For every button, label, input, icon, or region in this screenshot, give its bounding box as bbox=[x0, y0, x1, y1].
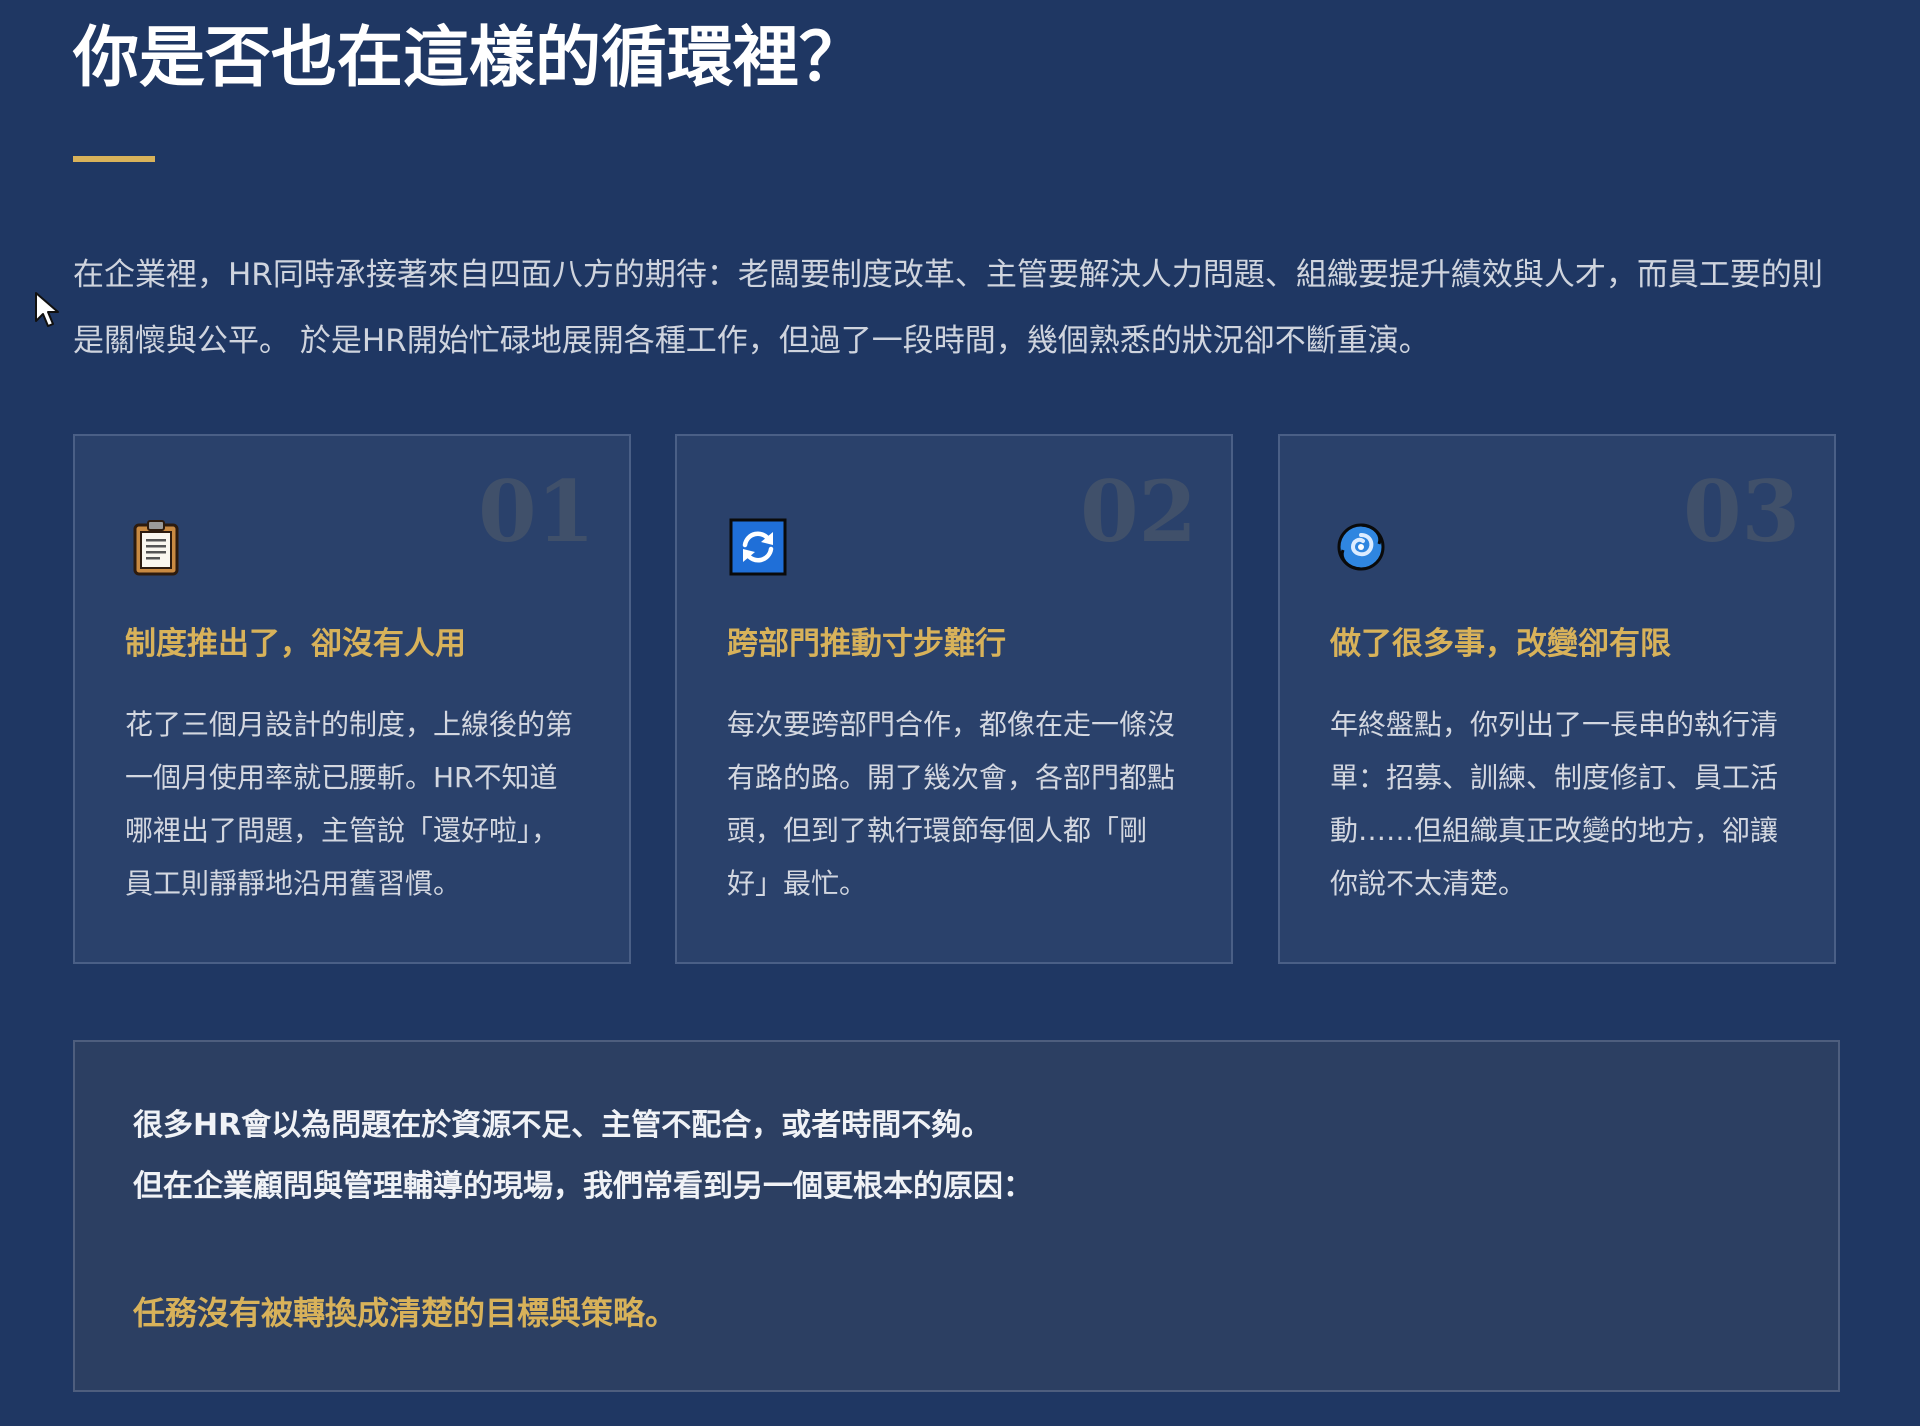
callout-line: 但在企業顧問與管理輔導的現場，我們常看到另一個更根本的原因： bbox=[133, 1169, 1033, 1204]
callout-emphasis: 任務沒有被轉換成清楚的目標與策略。 bbox=[133, 1294, 678, 1332]
card-heading: 跨部門推動寸步難行 bbox=[727, 626, 1006, 662]
card-number: 01 bbox=[478, 462, 595, 561]
card-body: 每次要跨部門合作，都像在走一條沒有路的路。開了幾次會，各部門都點頭，但到了執行環… bbox=[727, 708, 1176, 900]
problem-card-3: 03 做了很多事，改變卻有限 年終盤點，你列出了一長串的執行清單：招募、訓練、制… bbox=[1278, 434, 1836, 964]
refresh-arrows-icon bbox=[729, 518, 787, 576]
intro-paragraph: 在企業裡，HR同時承接著來自四面八方的期待：老闆要制度改革、主管要解決人力問題、… bbox=[73, 257, 1823, 359]
card-body: 年終盤點，你列出了一長串的執行清單：招募、訓練、制度修訂、員工活動……但組織真正… bbox=[1330, 708, 1779, 900]
page-title: 你是否也在這樣的循環裡？ bbox=[73, 18, 865, 96]
card-number: 02 bbox=[1080, 462, 1197, 561]
mouse-pointer-icon bbox=[35, 292, 59, 327]
cyclone-icon bbox=[1337, 523, 1385, 571]
title-underline bbox=[73, 156, 155, 162]
problem-card-2: 02 跨部門推動寸步難行 每次要跨部門合作，都像在走一條沒有路的路。開了幾次會，… bbox=[675, 434, 1233, 964]
root-cause-callout: 很多HR會以為問題在於資源不足、主管不配合，或者時間不夠。 但在企業顧問與管理輔… bbox=[73, 1040, 1840, 1392]
card-body: 花了三個月設計的制度，上線後的第一個月使用率就已腰斬。HR不知道哪裡出了問題，主… bbox=[125, 708, 574, 900]
problem-card-1: 01 制度推出了，卻沒有人用 花了三個月設計的制度，上線後的第一個月使用率就已腰… bbox=[73, 434, 631, 964]
problem-cards: 01 制度推出了，卻沒有人用 花了三個月設計的制度，上線後的第一個月使用率就已腰… bbox=[73, 434, 1840, 966]
card-heading: 制度推出了，卻沒有人用 bbox=[125, 626, 466, 662]
callout-line: 很多HR會以為問題在於資源不足、主管不配合，或者時間不夠。 bbox=[133, 1108, 992, 1143]
card-number: 03 bbox=[1683, 462, 1800, 561]
clipboard-icon bbox=[133, 520, 179, 576]
card-heading: 做了很多事，改變卻有限 bbox=[1330, 626, 1671, 662]
